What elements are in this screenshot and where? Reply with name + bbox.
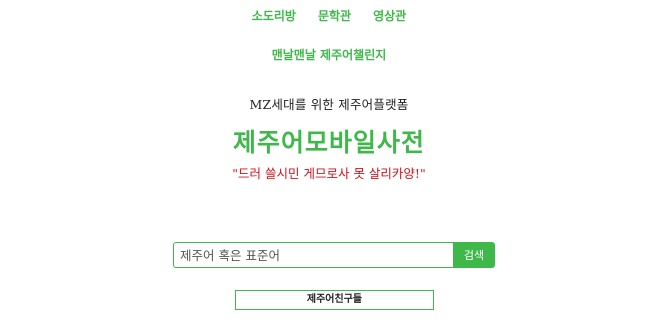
- nav-link-sodoribang[interactable]: 소도리방: [252, 8, 296, 24]
- top-nav: 소도리방 문학관 영상관: [0, 8, 658, 24]
- sub-nav: 맨날맨날 제주어챌린지: [0, 44, 658, 63]
- nav-link-literature[interactable]: 문학관: [318, 8, 351, 24]
- nav-link-video[interactable]: 영상관: [373, 8, 406, 24]
- tagline: MZ세대를 위한 제주어플랫폼: [249, 97, 409, 112]
- slogan: "드러 쓸시민 게므로사 못 살리카양!": [232, 166, 426, 181]
- search-input[interactable]: [173, 242, 453, 268]
- nav-link-challenge[interactable]: 맨날맨날 제주어챌린지: [272, 48, 387, 62]
- search-form: 검색: [173, 242, 495, 268]
- friends-button[interactable]: 제주어친구들: [235, 290, 434, 310]
- search-button[interactable]: 검색: [453, 242, 495, 268]
- page-title: 제주어모바일사전: [232, 128, 425, 157]
